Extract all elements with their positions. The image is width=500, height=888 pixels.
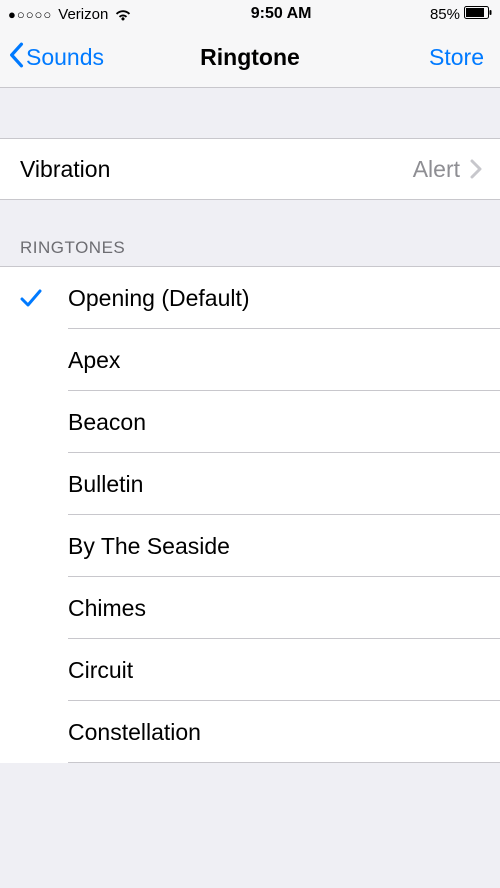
section-spacer (0, 88, 500, 138)
ringtone-label: Beacon (68, 409, 500, 436)
battery-icon (464, 6, 492, 23)
ringtone-item[interactable]: Bulletin (0, 453, 500, 515)
ringtone-item[interactable]: Opening (Default) (0, 267, 500, 329)
ringtone-item[interactable]: Apex (0, 329, 500, 391)
signal-strength-icon: ●○○○○ (8, 7, 52, 22)
vibration-label: Vibration (20, 156, 413, 183)
checkmark-icon (20, 288, 68, 308)
ringtone-item[interactable]: Beacon (0, 391, 500, 453)
page-title: Ringtone (200, 44, 300, 71)
back-button[interactable]: Sounds (8, 42, 104, 74)
ringtone-item[interactable]: Constellation (0, 701, 500, 763)
vibration-row[interactable]: Vibration Alert (0, 138, 500, 200)
ringtone-label: Constellation (68, 719, 500, 746)
ringtone-label: Opening (Default) (68, 285, 500, 312)
ringtones-section-header: RINGTONES (0, 200, 500, 266)
store-button[interactable]: Store (429, 44, 484, 71)
vibration-value: Alert (413, 156, 460, 183)
ringtone-item[interactable]: Circuit (0, 639, 500, 701)
status-time: 9:50 AM (251, 5, 312, 23)
ringtone-list: Opening (Default) Apex Beacon Bulletin By Th… (0, 266, 500, 763)
ringtone-label: Chimes (68, 595, 500, 622)
ringtone-item[interactable]: By The Seaside (0, 515, 500, 577)
chevron-right-icon (470, 159, 482, 179)
battery-percentage: 85% (430, 6, 460, 23)
ringtone-label: Circuit (68, 657, 500, 684)
separator (68, 762, 500, 763)
chevron-left-icon (8, 42, 26, 74)
ringtone-item[interactable]: Chimes (0, 577, 500, 639)
wifi-icon (114, 8, 132, 21)
back-label: Sounds (26, 44, 104, 71)
status-left: ●○○○○ Verizon (8, 6, 132, 23)
ringtone-label: Bulletin (68, 471, 500, 498)
nav-bar: Sounds Ringtone Store (0, 28, 500, 88)
carrier-label: Verizon (58, 6, 108, 23)
status-right: 85% (430, 6, 492, 23)
ringtone-label: By The Seaside (68, 533, 500, 560)
status-bar: ●○○○○ Verizon 9:50 AM 85% (0, 0, 500, 28)
ringtone-label: Apex (68, 347, 500, 374)
